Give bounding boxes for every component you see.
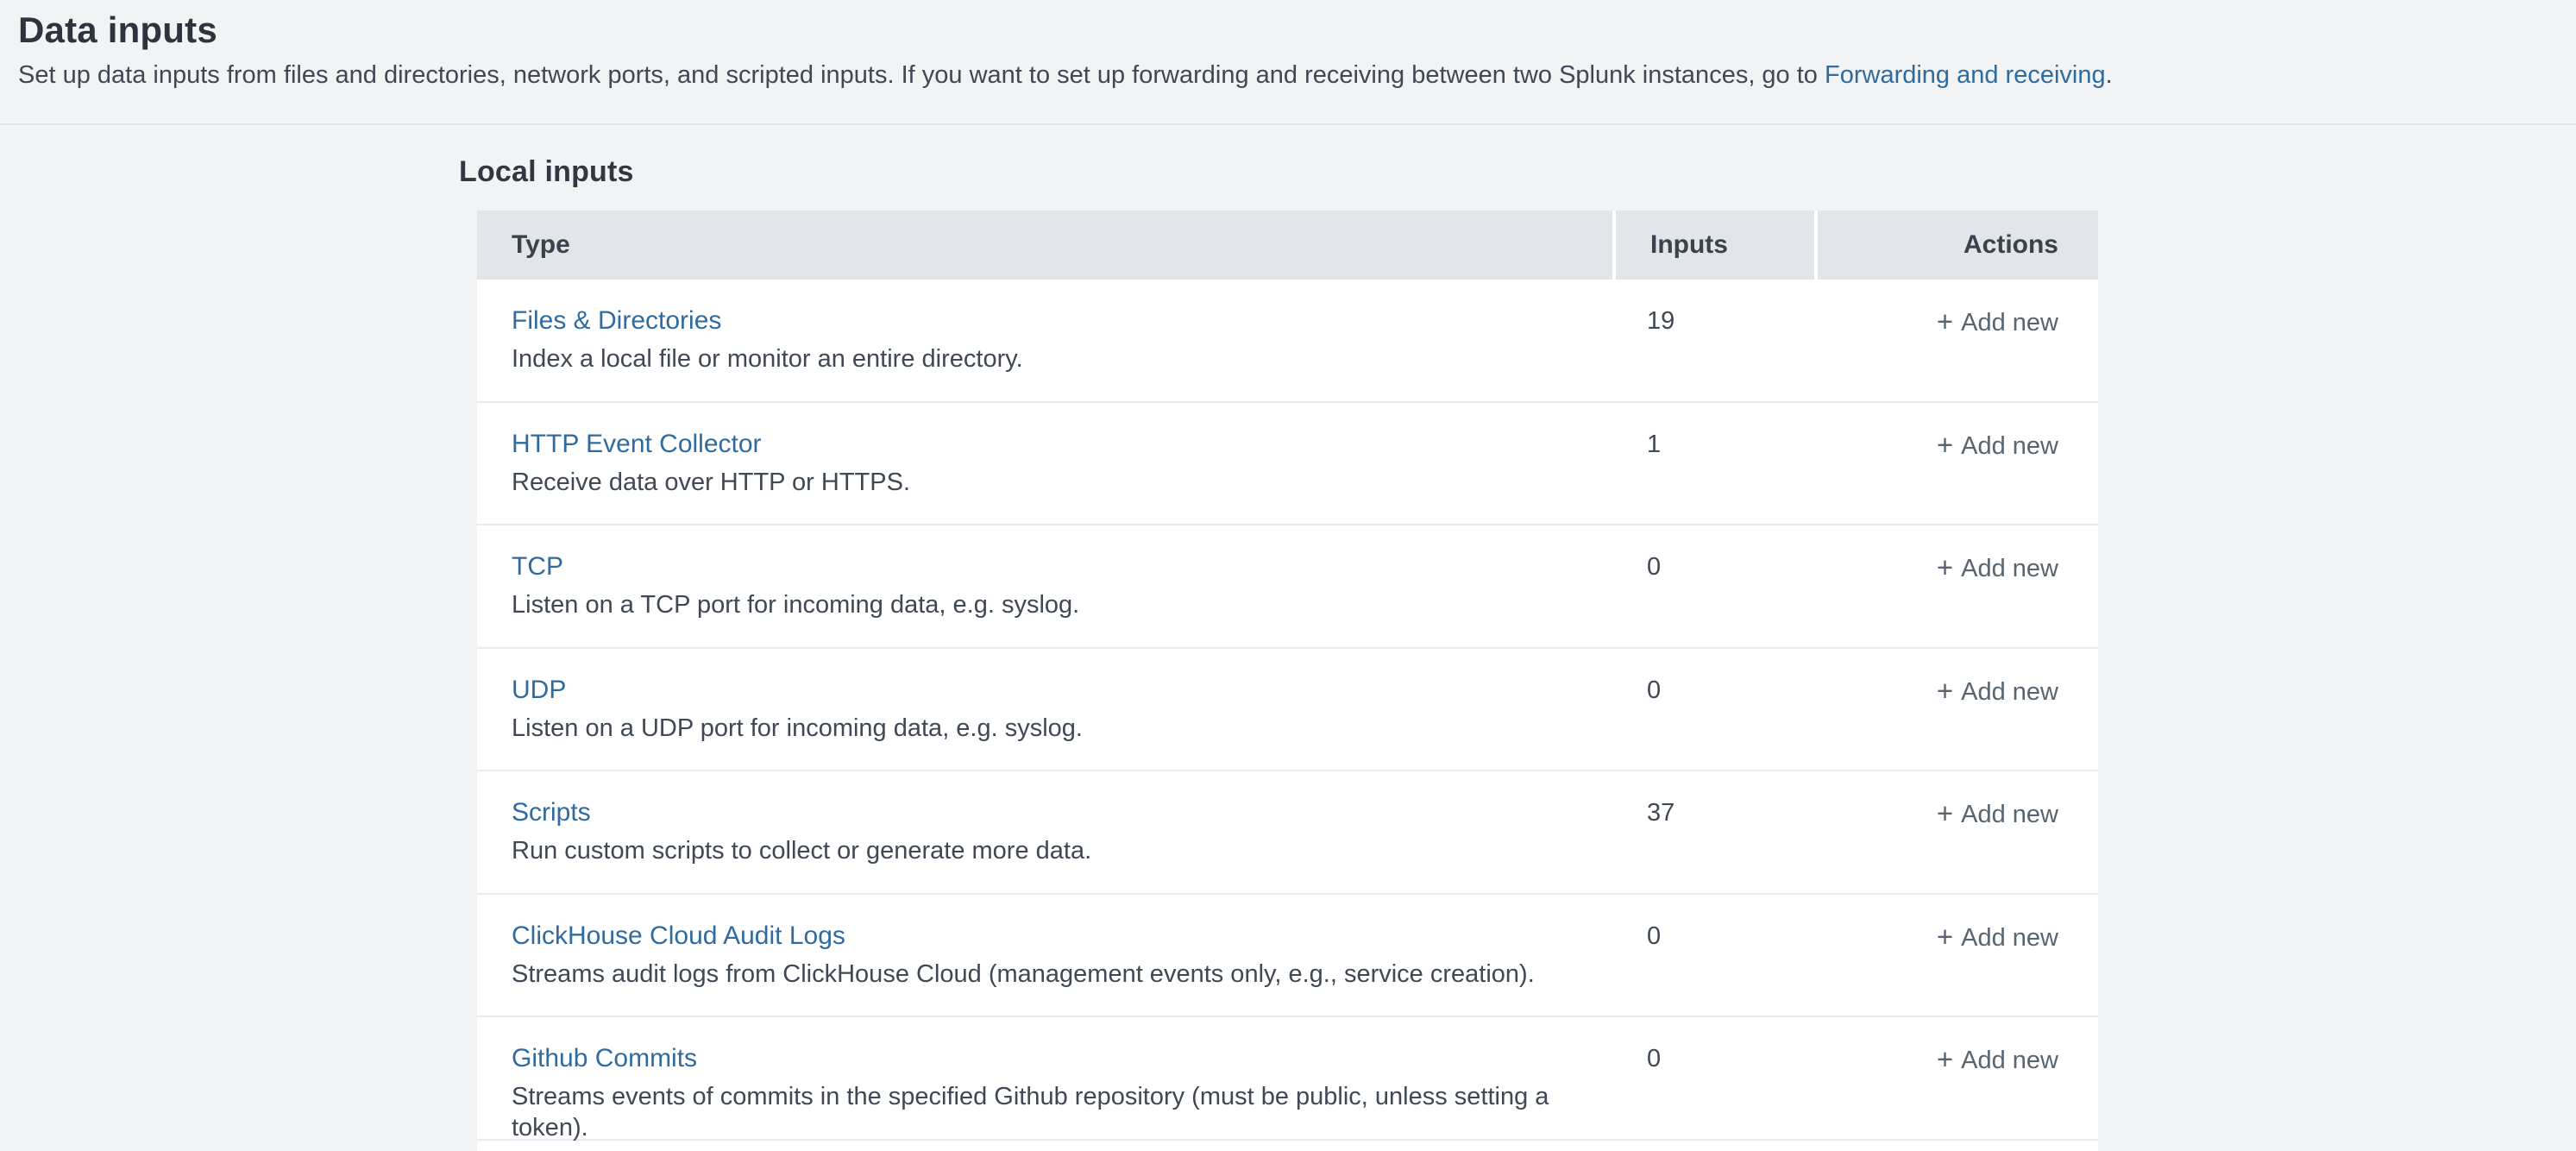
actions-cell: + Add new xyxy=(1814,280,2098,401)
type-cell: ClickHouse Cloud Audit Logs Streams audi… xyxy=(477,895,1612,1016)
type-cell: Files & Directories Index a local file o… xyxy=(477,280,1612,401)
add-new-label: Add new xyxy=(1961,1047,2058,1074)
plus-icon: + xyxy=(1937,551,1953,583)
plus-icon: + xyxy=(1937,429,1953,461)
add-new-button[interactable]: + Add new xyxy=(1937,305,2058,338)
actions-cell: + Add new xyxy=(1814,403,2098,525)
input-type-link-scripts[interactable]: Scripts xyxy=(512,797,591,828)
plus-icon: + xyxy=(1937,305,1953,337)
add-new-label: Add new xyxy=(1961,432,2058,460)
forwarding-and-receiving-link[interactable]: Forwarding and receiving xyxy=(1825,61,2106,89)
actions-cell: + Add new xyxy=(1814,649,2098,770)
add-new-button[interactable]: + Add new xyxy=(1937,797,2058,830)
input-type-link-udp[interactable]: UDP xyxy=(512,675,566,706)
type-cell: Github Commits Streams events of commits… xyxy=(477,1017,1612,1143)
table-row-github-commits: Github Commits Streams events of commits… xyxy=(477,1017,2098,1141)
page-title: Data inputs xyxy=(18,7,2576,53)
input-type-description: Run custom scripts to collect or generat… xyxy=(512,835,1612,866)
actions-cell: + Add new xyxy=(1814,525,2098,647)
input-type-link-github-commits[interactable]: Github Commits xyxy=(512,1043,697,1074)
type-cell: Scripts Run custom scripts to collect or… xyxy=(477,771,1612,893)
type-cell: HTTP Event Collector Receive data over H… xyxy=(477,403,1612,525)
input-type-description: Listen on a TCP port for incoming data, … xyxy=(512,589,1612,620)
type-cell: UDP Listen on a UDP port for incoming da… xyxy=(477,649,1612,770)
plus-icon: + xyxy=(1937,921,1953,953)
input-type-description: Streams audit logs from ClickHouse Cloud… xyxy=(512,959,1612,990)
actions-cell: + Add new xyxy=(1814,895,2098,1016)
table-row-clickhouse-cloud-audit-logs: ClickHouse Cloud Audit Logs Streams audi… xyxy=(477,895,2098,1018)
add-new-label: Add new xyxy=(1961,924,2058,952)
add-new-label: Add new xyxy=(1961,801,2058,828)
section-title-local-inputs: Local inputs xyxy=(459,155,634,189)
input-type-description: Listen on a UDP port for incoming data, … xyxy=(512,713,1612,744)
inputs-count: 1 xyxy=(1612,403,1814,525)
column-header-actions: Actions xyxy=(1814,211,2098,280)
subtitle-period: . xyxy=(2106,61,2113,89)
inputs-count: 19 xyxy=(1612,280,1814,401)
add-new-button[interactable]: + Add new xyxy=(1937,921,2058,953)
add-new-button[interactable]: + Add new xyxy=(1937,675,2058,708)
input-type-link-http-event-collector[interactable]: HTTP Event Collector xyxy=(512,429,762,460)
inputs-count: 0 xyxy=(1612,525,1814,647)
table-row-udp: UDP Listen on a UDP port for incoming da… xyxy=(477,649,2098,772)
input-type-link-files-directories[interactable]: Files & Directories xyxy=(512,305,721,336)
inputs-count: 37 xyxy=(1612,771,1814,893)
inputs-count: 0 xyxy=(1612,1017,1814,1143)
input-type-description: Streams events of commits in the specifi… xyxy=(512,1081,1612,1143)
data-inputs-page: Data inputs Set up data inputs from file… xyxy=(0,0,2576,1151)
add-new-button[interactable]: + Add new xyxy=(1937,429,2058,462)
type-cell: TCP Listen on a TCP port for incoming da… xyxy=(477,525,1612,647)
page-header: Data inputs Set up data inputs from file… xyxy=(0,0,2576,125)
plus-icon: + xyxy=(1937,675,1953,707)
add-new-button[interactable]: + Add new xyxy=(1937,1043,2058,1076)
inputs-count: 0 xyxy=(1612,649,1814,770)
plus-icon: + xyxy=(1937,1043,1953,1075)
table-header-row: Type Inputs Actions xyxy=(477,211,2098,280)
column-header-inputs: Inputs xyxy=(1612,211,1814,280)
input-type-link-clickhouse-cloud-audit-logs[interactable]: ClickHouse Cloud Audit Logs xyxy=(512,921,845,952)
page-subtitle: Set up data inputs from files and direct… xyxy=(18,59,2576,91)
add-new-label: Add new xyxy=(1961,309,2058,336)
actions-cell: + Add new xyxy=(1814,771,2098,893)
local-inputs-table: Type Inputs Actions Files & Directories … xyxy=(477,211,2098,1151)
table-row-files-directories: Files & Directories Index a local file o… xyxy=(477,280,2098,403)
subtitle-text: Set up data inputs from files and direct… xyxy=(18,61,1825,89)
table-row-tcp: TCP Listen on a TCP port for incoming da… xyxy=(477,525,2098,649)
plus-icon: + xyxy=(1937,797,1953,829)
add-new-label: Add new xyxy=(1961,555,2058,582)
inputs-count: 0 xyxy=(1612,895,1814,1016)
table-row-scripts: Scripts Run custom scripts to collect or… xyxy=(477,771,2098,895)
input-type-link-tcp[interactable]: TCP xyxy=(512,551,563,582)
input-type-description: Receive data over HTTP or HTTPS. xyxy=(512,467,1612,498)
actions-cell: + Add new xyxy=(1814,1017,2098,1143)
column-header-type: Type xyxy=(477,211,1612,280)
input-type-description: Index a local file or monitor an entire … xyxy=(512,343,1612,374)
add-new-button[interactable]: + Add new xyxy=(1937,551,2058,584)
add-new-label: Add new xyxy=(1961,678,2058,706)
table-row-http-event-collector: HTTP Event Collector Receive data over H… xyxy=(477,403,2098,526)
